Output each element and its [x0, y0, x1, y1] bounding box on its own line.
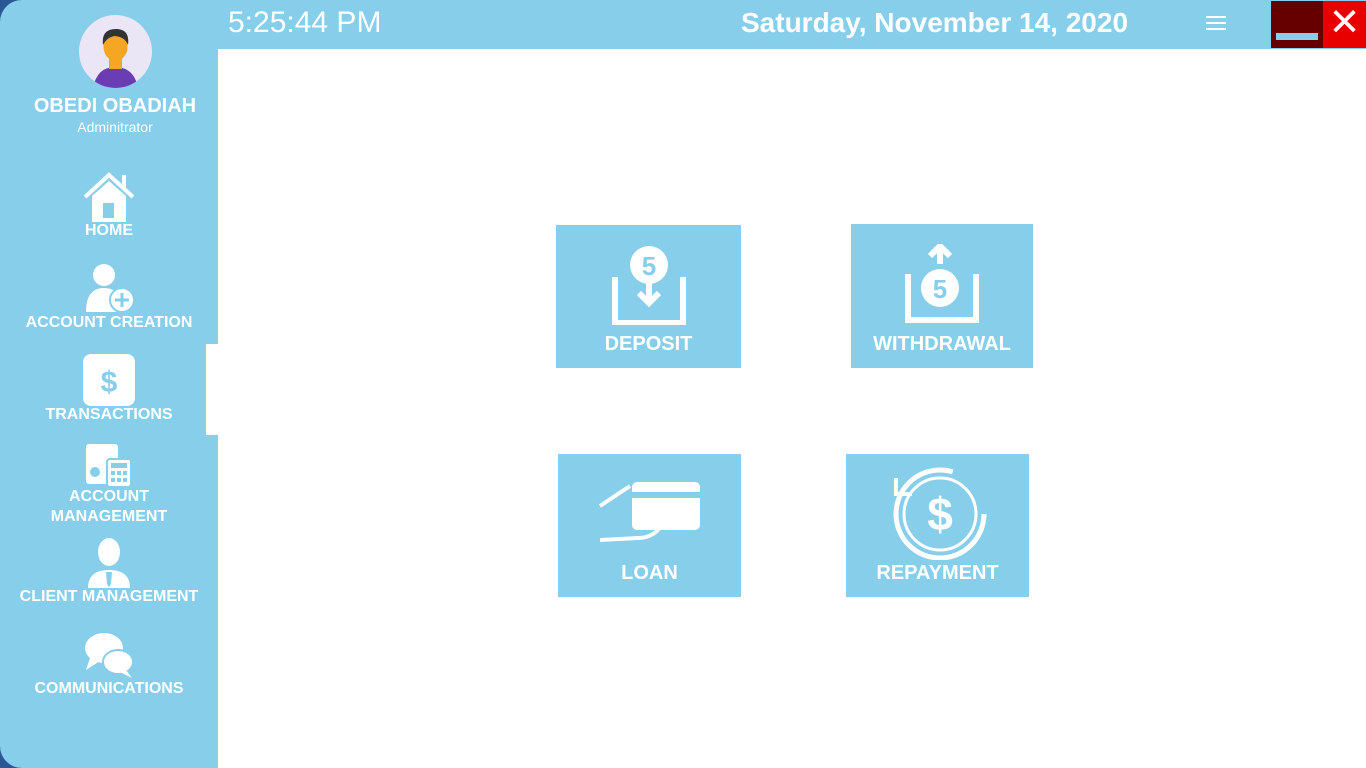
minimize-button[interactable] — [1271, 1, 1323, 48]
sidebar-item-home[interactable]: HOME — [0, 172, 218, 240]
deposit-icon: 5 — [611, 246, 686, 325]
top-bar: 5:25:44 PM Saturday, November 14, 2020 — [218, 0, 1366, 49]
calculator-icon — [86, 444, 132, 487]
main-content: 5 DEPOSIT 5 WITHDRAWAL LOAN $ REPAYMENT — [218, 49, 1366, 768]
close-button[interactable]: ✕ — [1323, 1, 1366, 48]
loan-button[interactable]: LOAN — [558, 454, 741, 597]
tile-label: REPAYMENT — [876, 562, 999, 584]
svg-text:5: 5 — [641, 251, 655, 281]
menu-icon[interactable] — [1206, 16, 1226, 32]
svg-text:$: $ — [927, 488, 953, 540]
sidebar-item-label: ACCOUNT CREATION — [25, 314, 193, 331]
withdrawal-icon: 5 — [905, 244, 979, 323]
app-window: 5:25:44 PM Saturday, November 14, 2020 ✕… — [0, 0, 1366, 768]
sidebar-item-label: ACCOUNT MANAGEMENT — [50, 488, 168, 525]
tile-label: WITHDRAWAL — [873, 333, 1011, 355]
clock: 5:25:44 PM — [228, 6, 382, 39]
user-name: OBEDI OBADIAH — [33, 95, 197, 117]
sidebar-item-communications[interactable]: COMMUNICATIONS — [0, 630, 218, 698]
repayment-icon: $ — [893, 467, 986, 560]
businessman-icon — [88, 538, 130, 588]
sidebar-item-account-creation[interactable]: ACCOUNT CREATION — [0, 262, 218, 332]
user-role: Adminitrator — [77, 119, 153, 135]
chat-icon — [85, 633, 134, 678]
tile-label: DEPOSIT — [604, 333, 693, 355]
tile-label: LOAN — [621, 562, 678, 584]
sidebar-item-client-management[interactable]: CLIENT MANAGEMENT — [0, 538, 218, 606]
repayment-button[interactable]: $ REPAYMENT — [846, 454, 1029, 597]
avatar — [79, 15, 152, 88]
withdrawal-button[interactable]: 5 WITHDRAWAL — [851, 224, 1033, 368]
svg-text:$: $ — [101, 366, 118, 399]
dollar-icon: $ — [83, 354, 135, 406]
sidebar-item-account-management[interactable]: ACCOUNT MANAGEMENT — [0, 441, 218, 527]
home-icon — [83, 172, 135, 222]
sidebar-item-label: TRANSACTIONS — [45, 406, 173, 423]
sidebar-item-label: COMMUNICATIONS — [34, 680, 184, 697]
card-hand-icon — [598, 482, 700, 542]
svg-text:5: 5 — [933, 274, 947, 304]
sidebar-item-label: HOME — [85, 222, 133, 239]
sidebar-item-label: CLIENT MANAGEMENT — [19, 588, 199, 605]
add-user-icon — [86, 264, 135, 313]
sidebar-item-transactions[interactable]: $ TRANSACTIONS — [0, 354, 218, 424]
date: Saturday, November 14, 2020 — [741, 7, 1129, 38]
deposit-button[interactable]: 5 DEPOSIT — [556, 225, 741, 368]
